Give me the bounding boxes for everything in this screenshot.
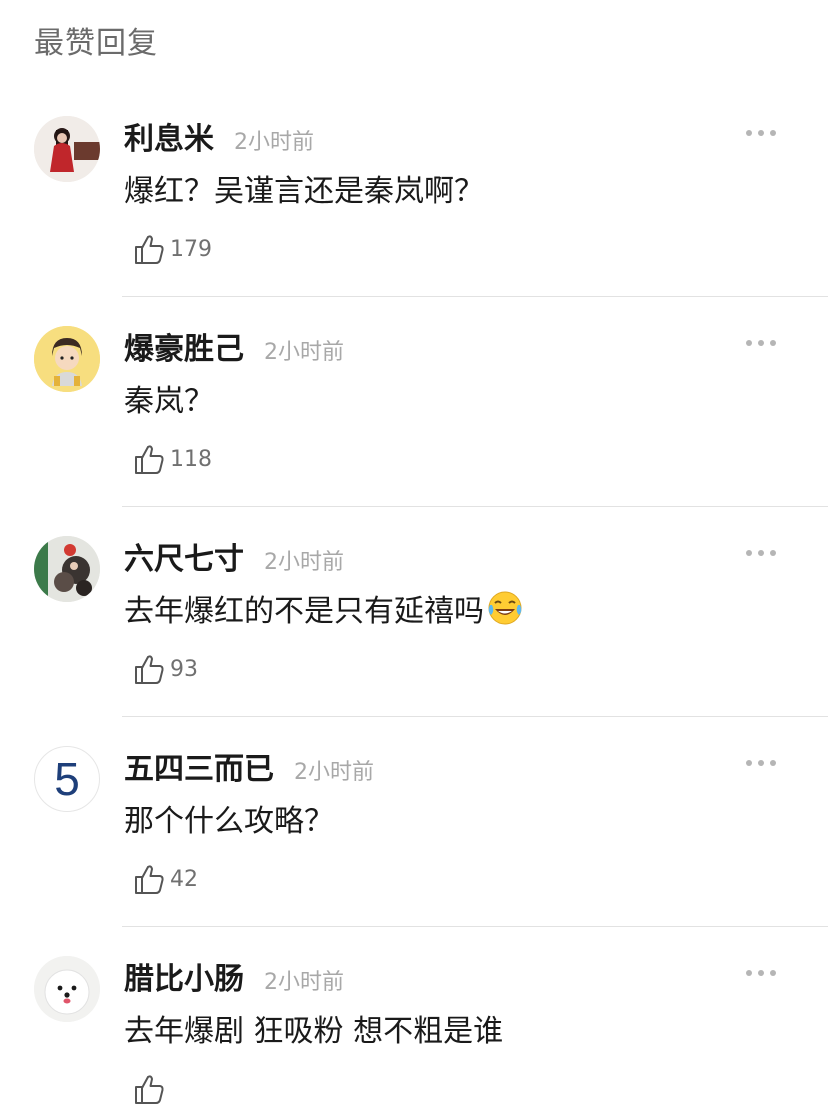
timestamp: 2小时前	[264, 970, 344, 995]
comment-item: 六尺七寸 2小时前 去年爆红的不是只有延禧吗 93	[0, 420, 828, 717]
white-dog-avatar[interactable]	[34, 956, 100, 1022]
avatar-number: 5	[54, 753, 80, 805]
comment-item: 腊比小肠 2小时前 去年爆剧 狂吸粉 想不粗是谁	[0, 840, 828, 1104]
comment-text: 爆红？吴谨言还是秦岚啊？	[124, 174, 484, 209]
comment-text: 去年爆红的不是只有延禧吗	[124, 586, 524, 630]
username[interactable]: 六尺七寸	[124, 534, 244, 578]
timestamp: 2小时前	[294, 760, 374, 785]
like-button[interactable]	[132, 1072, 170, 1106]
username[interactable]: 腊比小肠	[124, 954, 244, 998]
username[interactable]: 爆豪胜己	[124, 324, 244, 368]
more-options-icon[interactable]	[742, 966, 780, 980]
comment-item: 利息米 2小时前 爆红？吴谨言还是秦岚啊？ 179	[0, 0, 828, 297]
thumbs-up-icon	[135, 1075, 164, 1104]
comment-text: 那个什么攻略？	[124, 804, 334, 839]
timestamp: 2小时前	[234, 130, 314, 155]
more-options-icon[interactable]	[742, 126, 780, 140]
username[interactable]: 五四三而已	[124, 744, 274, 788]
comment-item: 5 五四三而已 2小时前 那个什么攻略？ 42	[0, 630, 828, 927]
red-dress-photo-avatar[interactable]	[34, 116, 100, 182]
christmas-photo-avatar[interactable]	[34, 536, 100, 602]
number-avatar[interactable]: 5	[34, 746, 100, 812]
more-options-icon[interactable]	[742, 756, 780, 770]
more-options-icon[interactable]	[742, 336, 780, 350]
comment-text: 去年爆剧 狂吸粉 想不粗是谁	[124, 1014, 504, 1049]
more-options-icon[interactable]	[742, 546, 780, 560]
comment-item: 爆豪胜己 2小时前 秦岚？ 118	[0, 210, 828, 507]
timestamp: 2小时前	[264, 550, 344, 575]
laughing-tears-emoji	[488, 591, 522, 625]
comment-text: 秦岚？	[124, 384, 214, 419]
username[interactable]: 利息米	[124, 114, 214, 158]
timestamp: 2小时前	[264, 340, 344, 365]
comment-text-content: 去年爆红的不是只有延禧吗	[124, 594, 484, 629]
cartoon-boy-avatar[interactable]	[34, 326, 100, 392]
